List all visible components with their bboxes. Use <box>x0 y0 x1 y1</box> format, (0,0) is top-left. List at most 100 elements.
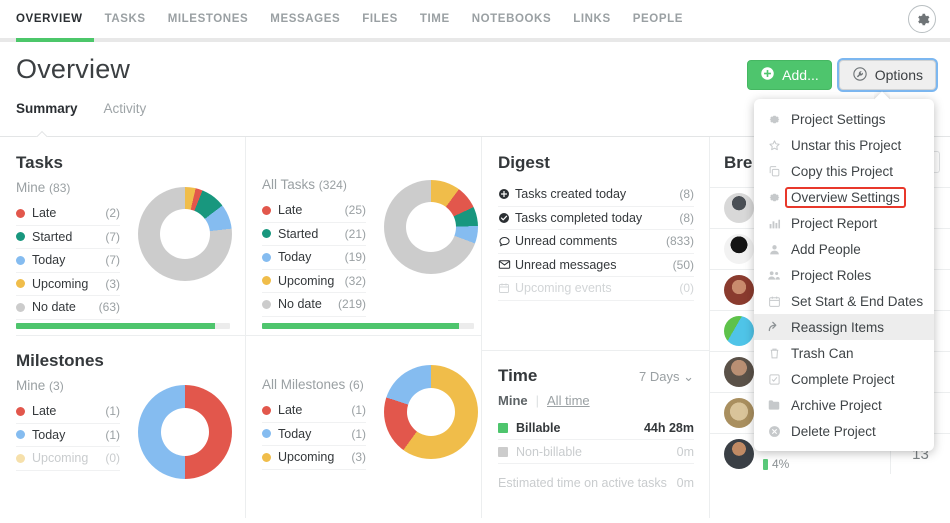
digest-label: Upcoming events <box>515 281 612 296</box>
menu-item-set-start-end-dates[interactable]: Set Start & End Dates <box>754 288 934 314</box>
time-row[interactable]: Billable 44h 28m <box>498 416 694 440</box>
milestones-mine-card: Milestones Mine (3) Late (1) Today (1) Upcom… <box>0 335 246 518</box>
legend-label: Upcoming <box>278 273 335 288</box>
time-tab-all[interactable]: All time <box>547 393 590 408</box>
top-nav-items: OVERVIEW TASKS MILESTONES MESSAGES FILES TIME… <box>16 0 683 38</box>
nav-tab-people[interactable]: PEOPLE <box>633 0 683 38</box>
digest-row[interactable]: Tasks created today (8) <box>498 183 694 207</box>
legend-row[interactable]: Upcoming (32) <box>262 270 366 293</box>
menu-item-copy-this-project[interactable]: Copy this Project <box>754 158 934 184</box>
legend-label: Started <box>278 226 319 241</box>
nav-tab-time[interactable]: TIME <box>420 0 450 38</box>
gear-icon <box>766 113 782 126</box>
menu-item-unstar-this-project[interactable]: Unstar this Project <box>754 132 934 158</box>
legend-label: Started <box>32 229 73 244</box>
menu-item-label: Project Settings <box>791 111 886 127</box>
digest-row[interactable]: Upcoming events (0) <box>498 277 694 301</box>
avatar <box>724 439 754 469</box>
time-range-selector[interactable]: 7 Days ⌄ <box>639 369 694 385</box>
menu-item-add-people[interactable]: Add People <box>754 236 934 262</box>
nav-tab-notebooks[interactable]: NOTEBOOKS <box>472 0 552 38</box>
legend-row[interactable]: Today (1) <box>262 423 366 446</box>
avatar <box>724 316 754 346</box>
add-button-label: Add... <box>782 67 819 83</box>
nav-tab-tasks[interactable]: TASKS <box>105 0 146 38</box>
legend-row[interactable]: Late (2) <box>16 202 120 226</box>
legend-row[interactable]: Today (19) <box>262 246 366 270</box>
time-row[interactable]: Non-billable 0m <box>498 440 694 464</box>
nav-tab-messages[interactable]: MESSAGES <box>270 0 340 38</box>
digest-count: (50) <box>672 257 694 272</box>
digest-count: (0) <box>679 281 694 296</box>
legend-row[interactable]: Started (7) <box>16 226 120 249</box>
digest-row[interactable]: Unread messages (50) <box>498 254 694 277</box>
column-digest-time: Digest Tasks created today (8) Tasks compl… <box>482 137 710 518</box>
legend-row[interactable]: Late (1) <box>16 400 120 424</box>
nav-tab-files[interactable]: FILES <box>362 0 398 38</box>
legend-count: (1) <box>351 426 366 441</box>
person-icon <box>766 243 782 256</box>
tasks-all-sub-count: (324) <box>318 178 347 192</box>
legend-row[interactable]: Started (21) <box>262 223 366 246</box>
digest-row[interactable]: Unread comments (833) <box>498 230 694 254</box>
menu-item-project-settings[interactable]: Project Settings <box>754 106 934 132</box>
menu-item-overview-settings[interactable]: Overview Settings <box>754 184 934 210</box>
nav-tab-milestones[interactable]: MILESTONES <box>168 0 249 38</box>
donut-hole <box>160 209 210 259</box>
legend-row[interactable]: Late (1) <box>262 399 366 423</box>
subtab-activity[interactable]: Activity <box>104 101 147 116</box>
menu-item-project-report[interactable]: Project Report <box>754 210 934 236</box>
column-mine: Tasks Mine (83) Late (2) Started (7) Today (7… <box>0 137 246 518</box>
legend-count: (3) <box>351 450 366 465</box>
time-rows: Billable 44h 28m Non-billable 0m <box>498 416 694 464</box>
digest-row[interactable]: Tasks completed today (8) <box>498 207 694 230</box>
legend-label: No date <box>32 300 76 315</box>
nav-tab-links[interactable]: LINKS <box>573 0 611 38</box>
menu-item-archive-project[interactable]: Archive Project <box>754 392 934 418</box>
trash-icon <box>766 347 782 360</box>
menu-item-complete-project[interactable]: Complete Project <box>754 366 934 392</box>
options-button[interactable]: Options <box>838 60 936 90</box>
options-dropdown-menu: Project Settings Unstar this Project Copy … <box>754 99 934 451</box>
digest-label: Tasks completed today <box>515 210 643 225</box>
digest-card: Digest Tasks created today (8) Tasks compl… <box>482 137 710 350</box>
time-scope-tabs: Mine | All time <box>498 393 694 408</box>
legend-row[interactable]: Upcoming (3) <box>16 273 120 296</box>
time-card-title: Time <box>498 366 538 385</box>
legend-label: Late <box>278 403 303 418</box>
gear-icon[interactable] <box>908 5 936 33</box>
digest-label: Unread messages <box>515 257 617 272</box>
legend-row[interactable]: No date (63) <box>16 296 120 320</box>
menu-item-label: Complete Project <box>791 371 895 387</box>
legend-row[interactable]: Upcoming (0) <box>16 447 120 471</box>
subtab-summary[interactable]: Summary <box>16 101 78 116</box>
x-circle-icon <box>766 425 782 438</box>
donut-hole <box>407 388 455 436</box>
time-tab-mine[interactable]: Mine <box>498 393 528 408</box>
tasks-all-sub-label: All Tasks <box>262 177 316 192</box>
menu-item-trash-can[interactable]: Trash Can <box>754 340 934 366</box>
menu-item-project-roles[interactable]: Project Roles <box>754 262 934 288</box>
time-color-swatch <box>498 422 508 433</box>
legend-row[interactable]: Today (7) <box>16 249 120 273</box>
menu-item-label: Delete Project <box>791 423 876 439</box>
legend-row[interactable]: Today (1) <box>16 424 120 447</box>
menu-item-reassign-items[interactable]: Reassign Items <box>754 314 934 340</box>
column-all: All Tasks (324) Late (25) Started (21) Today… <box>246 137 482 518</box>
time-value: 44h 28m <box>643 420 694 435</box>
time-range-label: 7 Days <box>639 369 680 384</box>
legend-count: (32) <box>344 273 366 288</box>
time-label: Non-billable <box>516 444 583 459</box>
legend-row[interactable]: Late (25) <box>262 199 366 223</box>
legend-row[interactable]: Upcoming (3) <box>262 446 366 470</box>
legend-label: Upcoming <box>278 450 335 465</box>
overview-page: OVERVIEW TASKS MILESTONES MESSAGES FILES TIME… <box>0 0 950 523</box>
nav-tab-overview[interactable]: OVERVIEW <box>16 0 83 38</box>
options-menu-items: Project Settings Unstar this Project Copy … <box>754 106 934 444</box>
legend-label: Late <box>278 203 303 218</box>
legend-count: (63) <box>98 300 120 315</box>
legend-row[interactable]: No date (219) <box>262 293 366 317</box>
menu-item-delete-project[interactable]: Delete Project <box>754 418 934 444</box>
menu-item-label: Set Start & End Dates <box>791 293 924 309</box>
add-button[interactable]: Add... <box>747 60 832 90</box>
